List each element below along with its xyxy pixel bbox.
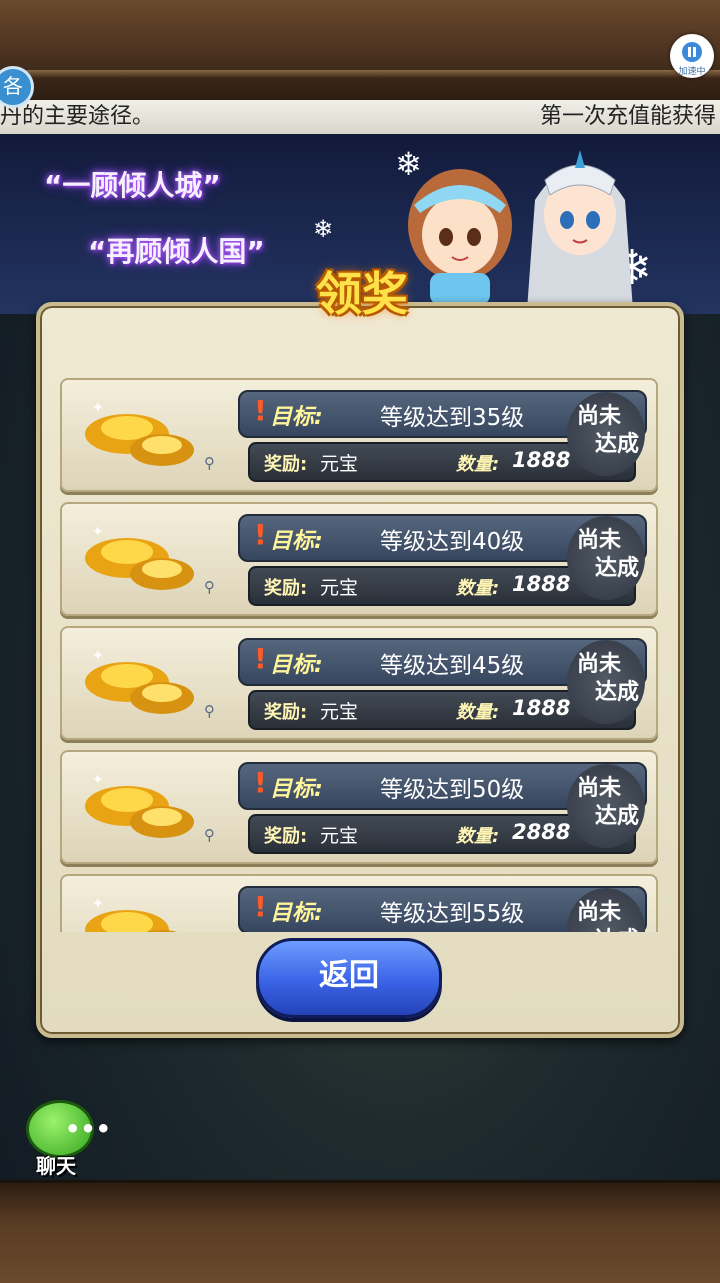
reward-row[interactable]: ✦ ⚲ ! 目标: 等级达到35级 奖励: 元宝 数量: 1888 尚未 达成 [60,378,658,492]
reward-value: 元宝 [320,701,359,723]
svg-text:✦: ✦ [92,772,104,788]
reward-value: 元宝 [320,453,359,475]
chat-dots: ••• [65,1115,112,1143]
goal-label: 目标: [270,653,323,678]
svg-text:✦: ✦ [92,524,104,540]
reward-label: 奖励: [264,702,308,723]
gold-ingot-icon: ✦ [85,524,194,590]
reward-label: 奖励: [264,826,308,847]
panel-title: 领奖 [316,267,408,321]
marquee-right-text: 第一次充值能获得 [539,104,716,129]
status-line-2: 达成 [595,680,640,705]
status-line-1: 尚未 [577,528,622,553]
alert-icon: ! [254,394,267,427]
svg-text:✦: ✦ [92,400,104,416]
magnifier-icon[interactable]: ⚲ [204,702,222,720]
chat-button[interactable]: ••• 聊天 [4,1100,111,1180]
quantity-label: 数量: [456,702,500,723]
goal-label: 目标: [270,901,323,926]
status-stamp: 尚未 达成 [567,516,645,600]
quantity-value: 1888 [512,448,571,472]
gold-ingot-icon: ✦ [85,896,178,932]
alert-icon: ! [254,518,267,551]
status-stamp: 尚未 达成 [567,640,645,724]
back-button[interactable]: 返回 [256,938,442,1018]
gold-ingot-icon: ✦ [85,648,194,714]
banner-quote-2: “再顾倾人国” [88,235,265,268]
quantity-value: 1888 [512,572,571,596]
magnifier-icon[interactable]: ⚲ [204,454,222,472]
quantity-value: 2888 [512,820,571,844]
status-line-2: 达成 [595,432,640,457]
top-wood-frame [0,0,720,103]
gold-ingot-icon: ✦ [85,400,194,466]
status-line-2: 达成 [595,556,640,581]
snowflake-icon: ❄ [313,215,334,243]
svg-text:✦: ✦ [92,896,104,912]
status-line-2: 达成 [595,928,639,932]
quantity-label: 数量: [456,578,500,599]
goal-label: 目标: [270,777,323,802]
reward-label: 奖励: [264,578,308,599]
svg-text:✦: ✦ [92,648,104,664]
status-line-1: 尚未 [577,404,622,429]
reward-list[interactable]: ✦ ⚲ ! 目标: 等级达到35级 奖励: 元宝 数量: 1888 尚未 达成 … [60,378,658,932]
goal-label: 目标: [270,529,323,554]
announcement-marquee: 丹的主要途径。 第一次充值能获得 [0,100,720,134]
quantity-value: 1888 [512,696,571,720]
goal-text: 等级达到45级 [380,653,525,679]
reward-row[interactable]: ✦ ⚲ ! 目标: 等级达到40级 奖励: 元宝 数量: 1888 尚未 达成 [60,502,658,616]
goal-text: 等级达到50级 [380,777,525,803]
character-girl-silver-hair-icon [527,150,633,310]
gold-ingot-icon: ✦ [85,772,194,838]
quantity-label: 数量: [456,454,500,475]
status-line-1: 尚未 [577,652,622,677]
chat-label: 聊天 [36,1154,76,1178]
bottom-wood-frame [0,1180,720,1283]
goal-text: 等级达到55级 [380,901,525,927]
status-line-1: 尚未 [577,776,622,801]
reward-label: 奖励: [264,454,308,475]
reward-row[interactable]: ✦ ⚲ ! 目标: 等级达到45级 奖励: 元宝 数量: 1888 尚未 达成 [60,626,658,740]
banner-quote-1: “一顾倾人城” [44,169,221,202]
reward-value: 元宝 [320,825,359,847]
alert-icon: ! [254,642,267,675]
goal-label: 目标: [270,405,323,430]
speed-up-button[interactable]: 加速中 [670,34,714,78]
reward-value: 元宝 [320,577,359,599]
alert-icon: ! [254,766,267,799]
status-stamp: 尚未 达成 [567,764,645,848]
speed-up-label: 加速中 [678,67,706,77]
magnifier-icon[interactable]: ⚲ [204,578,222,596]
alert-icon: ! [254,890,267,923]
magnifier-icon[interactable]: ⚲ [204,826,222,844]
status-line-2: 达成 [595,804,640,829]
reward-row[interactable]: ✦ ⚲ ! 目标: 等级达到50级 奖励: 元宝 数量: 2888 尚未 达成 [60,750,658,864]
reward-row[interactable]: ✦ ! 目标: 等级达到55级 尚未 达成 [60,874,658,932]
quantity-label: 数量: [456,826,500,847]
pause-icon [682,42,702,62]
status-stamp: 尚未 达成 [567,392,645,476]
status-line-1: 尚未 [577,900,622,925]
goal-text: 等级达到35级 [380,405,525,431]
goal-text: 等级达到40级 [380,529,525,555]
